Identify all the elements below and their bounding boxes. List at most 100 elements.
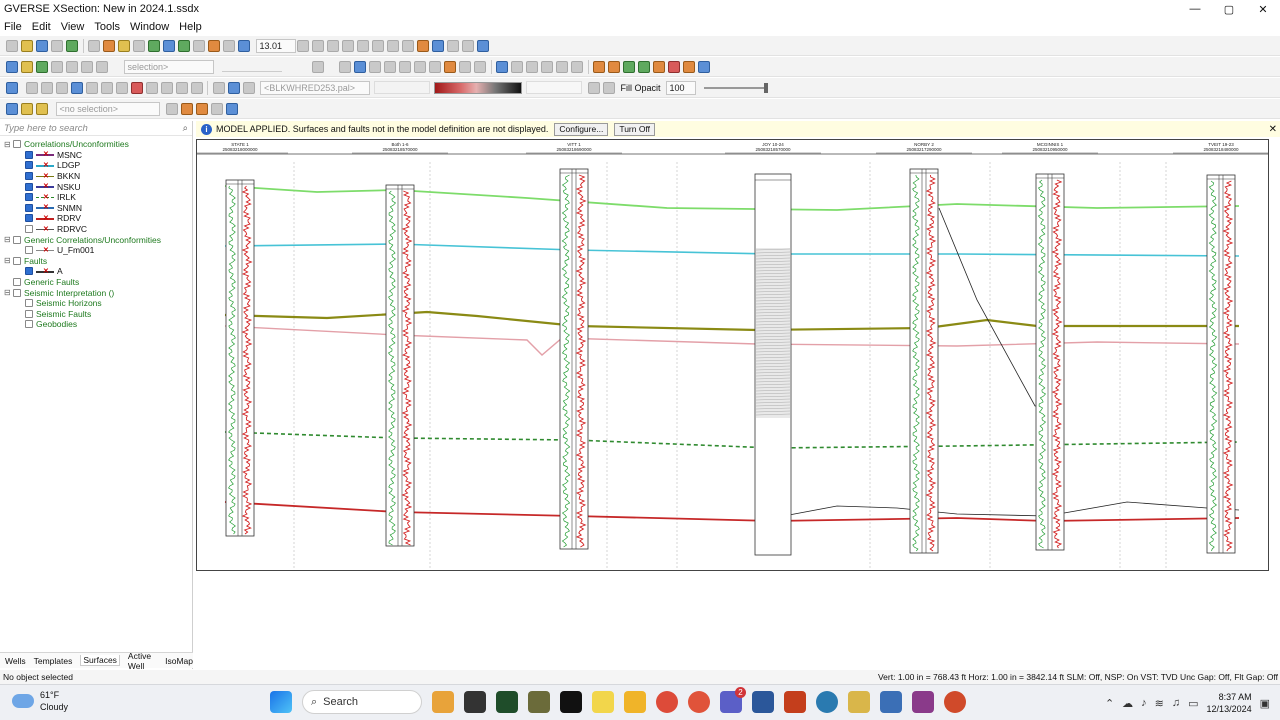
- tree-item-generic-correlations-unconformities[interactable]: ⊟ Generic Correlations/Unconformities: [0, 234, 192, 245]
- chart-icon[interactable]: [40, 81, 53, 94]
- copy-icon[interactable]: [339, 60, 351, 73]
- palette-select[interactable]: <BLKWHRED253.pal>: [260, 80, 370, 95]
- wifi-icon[interactable]: ≋: [1155, 697, 1164, 710]
- highlight-icon[interactable]: [118, 39, 130, 52]
- select-tool-icon[interactable]: [6, 102, 18, 115]
- upload-icon[interactable]: [560, 691, 582, 713]
- selection-dropdown[interactable]: <no selection>: [55, 101, 160, 116]
- redo-icon[interactable]: [160, 81, 173, 94]
- check-icon[interactable]: [242, 81, 255, 94]
- menu-edit[interactable]: Edit: [32, 21, 51, 33]
- undo-icon[interactable]: [145, 81, 158, 94]
- fill-icon[interactable]: [178, 39, 190, 52]
- properties-icon[interactable]: [66, 60, 78, 73]
- save-icon[interactable]: [36, 39, 48, 52]
- battery-icon[interactable]: ▭: [1188, 697, 1198, 710]
- checkbox[interactable]: [25, 267, 33, 276]
- file-explorer-icon[interactable]: [624, 691, 646, 713]
- insert-icon[interactable]: [180, 102, 193, 115]
- checkbox[interactable]: [13, 288, 21, 297]
- align-icon[interactable]: [369, 60, 381, 73]
- briefcase-icon[interactable]: [432, 691, 454, 713]
- text-a-icon[interactable]: [55, 81, 68, 94]
- edit-icon[interactable]: [81, 60, 93, 73]
- image-icon[interactable]: [100, 81, 113, 94]
- menu-window[interactable]: Window: [130, 21, 169, 33]
- tree-item-generic-faults[interactable]: Generic Faults: [0, 277, 192, 288]
- brush-icon[interactable]: [608, 60, 620, 73]
- tab-active-well[interactable]: Active Well: [128, 651, 157, 671]
- digitize-icon[interactable]: [36, 60, 48, 73]
- tree-search[interactable]: Type here to search ⌕: [0, 121, 192, 136]
- settings-icon[interactable]: [447, 39, 459, 52]
- menu-tools[interactable]: Tools: [94, 21, 120, 33]
- checkbox[interactable]: [25, 320, 33, 329]
- curve-icon[interactable]: [429, 60, 441, 73]
- expander-icon[interactable]: ⊟: [4, 140, 11, 149]
- menu-file[interactable]: File: [4, 21, 22, 33]
- chrome-alt-icon[interactable]: [688, 691, 710, 713]
- tree-item-bkkn[interactable]: ✕ BKKN: [0, 171, 192, 182]
- word-icon[interactable]: [752, 691, 774, 713]
- globe-icon[interactable]: [816, 691, 838, 713]
- log-icon[interactable]: [133, 39, 145, 52]
- compass-icon[interactable]: [848, 691, 870, 713]
- well-icon[interactable]: [103, 39, 115, 52]
- taskbar-search[interactable]: ⌕ Search: [302, 690, 422, 714]
- minimize-button[interactable]: —: [1178, 0, 1212, 18]
- tree-item-nsku[interactable]: ✕ NSKU: [0, 181, 192, 192]
- tree-item-a[interactable]: ✕ A: [0, 266, 192, 277]
- grid-icon[interactable]: [163, 39, 175, 52]
- checkbox[interactable]: [25, 172, 33, 181]
- volume-icon[interactable]: ♫: [1172, 697, 1180, 709]
- map-icon[interactable]: [432, 39, 444, 52]
- checkbox[interactable]: [25, 299, 33, 308]
- rotate-icon[interactable]: [115, 81, 128, 94]
- delete-icon[interactable]: [311, 60, 324, 73]
- maximize-button[interactable]: ▢: [1212, 0, 1246, 18]
- checkbox[interactable]: [25, 150, 33, 159]
- grid-edit-icon[interactable]: [96, 60, 108, 73]
- microphone-icon[interactable]: ♪: [1141, 697, 1147, 709]
- erase-icon[interactable]: [683, 60, 695, 73]
- pan-hand-icon[interactable]: [417, 39, 429, 52]
- expander-icon[interactable]: ⊟: [4, 288, 11, 297]
- tree-item-u-fm001[interactable]: ✕ U_Fm001: [0, 245, 192, 256]
- select-arrow-icon[interactable]: [6, 60, 18, 73]
- stretch-h-icon[interactable]: [372, 39, 384, 52]
- fill-bucket-icon[interactable]: [623, 60, 635, 73]
- expander-icon[interactable]: ⊟: [4, 235, 11, 244]
- draw-icon[interactable]: [25, 81, 38, 94]
- compress-icon[interactable]: [402, 39, 414, 52]
- search-icon[interactable]: ⌕: [183, 123, 188, 134]
- tree-item-irlk[interactable]: ✕ IRLK: [0, 192, 192, 203]
- checkbox[interactable]: [13, 140, 21, 149]
- tab-isomap[interactable]: IsoMap: [165, 656, 193, 666]
- remove-icon[interactable]: [210, 102, 223, 115]
- stop-icon[interactable]: [668, 60, 680, 73]
- configure-button[interactable]: Configure...: [554, 122, 609, 136]
- merge-icon[interactable]: [399, 60, 411, 73]
- tab-templates[interactable]: Templates: [34, 656, 73, 666]
- zoom-in-icon[interactable]: [312, 39, 324, 52]
- tree-item-seismic-horizons[interactable]: Seismic Horizons: [0, 298, 192, 309]
- zoom-fit-icon[interactable]: [297, 39, 309, 52]
- crosshair-icon[interactable]: [556, 60, 568, 73]
- clock[interactable]: 8:37 AM 12/13/2024: [1207, 691, 1252, 715]
- split-icon[interactable]: [384, 60, 396, 73]
- print-icon[interactable]: [51, 39, 63, 52]
- symbol-icon[interactable]: [70, 81, 83, 94]
- pointer-icon[interactable]: [6, 81, 18, 94]
- filter-icon[interactable]: [541, 60, 553, 73]
- open-folder-icon[interactable]: [21, 39, 33, 52]
- box-icon[interactable]: [165, 102, 178, 115]
- help-icon[interactable]: [477, 39, 489, 52]
- layers-icon[interactable]: [638, 60, 650, 73]
- list-icon[interactable]: [212, 81, 225, 94]
- refresh-icon[interactable]: [66, 39, 78, 52]
- cross-section-canvas[interactable]: STATE 1 25083218000000 Both 1-6 25083218570…: [192, 139, 1269, 571]
- pick-icon[interactable]: [21, 60, 33, 73]
- tree-item-msnc[interactable]: ✕ MSNC: [0, 150, 192, 161]
- color-palette-bar[interactable]: [434, 81, 522, 94]
- save-small-icon[interactable]: [225, 102, 238, 115]
